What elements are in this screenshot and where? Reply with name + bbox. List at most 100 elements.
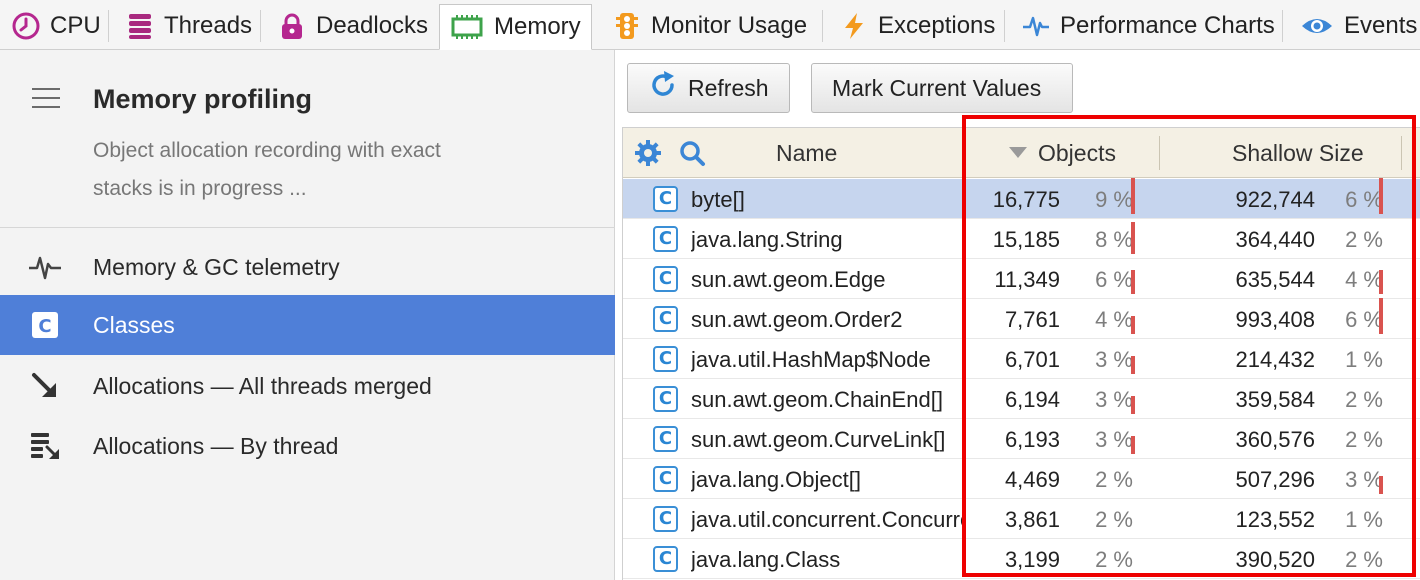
tab-label: Exceptions bbox=[878, 11, 996, 39]
class-name: sun.awt.geom.Order2 bbox=[691, 307, 903, 332]
class-name: byte[] bbox=[691, 187, 745, 212]
class-name: sun.awt.geom.Edge bbox=[691, 267, 886, 292]
objects-count: 4,469 bbox=[1004, 467, 1060, 492]
objects-percent-bar bbox=[1131, 316, 1135, 334]
svg-text:C: C bbox=[38, 316, 51, 337]
tab-deadlocks[interactable]: Deadlocks bbox=[268, 4, 438, 47]
nav-item-label: Allocations — All threads merged bbox=[93, 372, 432, 399]
nav-item-classes[interactable]: C Classes bbox=[0, 295, 615, 355]
objects-count: 16,775 bbox=[992, 187, 1060, 212]
tab-exceptions[interactable]: Exceptions bbox=[830, 4, 1005, 47]
tab-label: Memory bbox=[494, 13, 581, 40]
class-icon: C bbox=[653, 466, 678, 492]
menu-icon[interactable] bbox=[32, 88, 60, 108]
table-row[interactable]: Cjava.util.concurrent.ConcurrentHashMap$… bbox=[623, 499, 1420, 539]
padlock-icon bbox=[278, 12, 306, 40]
table-row[interactable]: Cjava.lang.Object[] 4,469 2 % 507,296 3 % bbox=[623, 459, 1420, 499]
objects-percent: 3 % bbox=[1095, 427, 1133, 452]
tab-monitor-usage[interactable]: Monitor Usage bbox=[603, 4, 817, 47]
objects-percent: 2 % bbox=[1095, 547, 1133, 572]
nav-item-label: Memory & GC telemetry bbox=[93, 253, 340, 280]
shallow-size-percent-bar bbox=[1379, 476, 1383, 494]
threads-stack-icon bbox=[126, 12, 154, 40]
shallow-size: 360,576 bbox=[1235, 427, 1315, 452]
memory-chip-icon bbox=[450, 13, 484, 41]
table-row[interactable]: Cjava.lang.Class 3,199 2 % 390,520 2 % bbox=[623, 539, 1420, 579]
tab-performance-charts[interactable]: Performance Charts bbox=[1012, 4, 1285, 47]
objects-count: 6,193 bbox=[1004, 427, 1060, 452]
tab-threads[interactable]: Threads bbox=[116, 4, 262, 47]
mark-current-values-button[interactable]: Mark Current Values bbox=[811, 63, 1073, 113]
shallow-size-percent: 2 % bbox=[1345, 387, 1383, 412]
table-row[interactable]: Csun.awt.geom.Edge 11,349 6 % 635,544 4 % bbox=[623, 259, 1420, 299]
mark-button-label: Mark Current Values bbox=[832, 74, 1042, 101]
panel-title: Memory profiling bbox=[93, 84, 313, 114]
table-row[interactable]: Cbyte[] 16,775 9 % 922,744 6 % bbox=[623, 178, 1420, 219]
settings-gear-icon[interactable] bbox=[634, 128, 662, 178]
pulse-icon bbox=[1022, 12, 1050, 40]
shallow-size: 364,440 bbox=[1235, 227, 1315, 252]
shallow-size: 635,544 bbox=[1235, 267, 1315, 292]
pulse-icon bbox=[28, 251, 62, 283]
shallow-size-percent: 1 % bbox=[1345, 507, 1383, 532]
classes-table: Name Objects Shallow Size Cbyte[] 16,775 9… bbox=[622, 127, 1420, 580]
panel-description: Object allocation recording with exact s… bbox=[93, 139, 441, 200]
objects-percent: 3 % bbox=[1095, 347, 1133, 372]
refresh-button-label: Refresh bbox=[688, 74, 769, 101]
left-panel: Memory profiling Object allocation recor… bbox=[0, 50, 615, 580]
tab-label: Performance Charts bbox=[1060, 11, 1275, 39]
refresh-icon bbox=[648, 70, 678, 106]
objects-count: 3,861 bbox=[1004, 507, 1060, 532]
nav-item-memory-gc-telemetry[interactable]: Memory & GC telemetry bbox=[0, 237, 615, 297]
column-header-shallow-size[interactable]: Shallow Size bbox=[1232, 128, 1364, 178]
column-header-name[interactable]: Name bbox=[776, 128, 837, 178]
class-icon: C bbox=[653, 386, 678, 412]
class-name: java.util.HashMap$Node bbox=[691, 347, 931, 372]
objects-percent-bar bbox=[1131, 396, 1135, 414]
table-row[interactable]: Cjava.util.HashMap$Node 6,701 3 % 214,432 1 … bbox=[623, 339, 1420, 379]
objects-count: 3,199 bbox=[1004, 547, 1060, 572]
class-name: sun.awt.geom.CurveLink[] bbox=[691, 427, 946, 452]
nav-item-label: Classes bbox=[93, 311, 175, 338]
tab-bar: CPU Threads Deadlocks Memory Monitor Usa… bbox=[0, 0, 1420, 50]
table-row[interactable]: Cjava.lang.String 15,185 8 % 364,440 2 % bbox=[623, 219, 1420, 259]
shallow-size: 359,584 bbox=[1235, 387, 1315, 412]
shallow-size-percent-bar bbox=[1379, 298, 1383, 334]
objects-percent-bar bbox=[1131, 178, 1135, 214]
column-header-objects[interactable]: Objects bbox=[1038, 128, 1116, 178]
table-row[interactable]: Csun.awt.geom.ChainEnd[] 6,194 3 % 359,584 2… bbox=[623, 379, 1420, 419]
objects-percent: 6 % bbox=[1095, 267, 1133, 292]
nav-item-label: Allocations — By thread bbox=[93, 432, 339, 459]
tab-memory[interactable]: Memory bbox=[439, 4, 592, 50]
class-name: java.util.concurrent.ConcurrentHashMap$N… bbox=[691, 507, 965, 532]
nav-item-allocations-by-thread[interactable]: Allocations — By thread bbox=[0, 416, 615, 476]
shallow-size-percent: 6 % bbox=[1345, 187, 1383, 212]
thread-allocations-icon bbox=[28, 430, 62, 462]
objects-percent: 3 % bbox=[1095, 387, 1133, 412]
objects-count: 6,194 bbox=[1004, 387, 1060, 412]
refresh-button[interactable]: Refresh bbox=[627, 63, 790, 113]
clock-icon bbox=[12, 12, 40, 40]
objects-count: 11,349 bbox=[994, 267, 1060, 292]
class-icon: C bbox=[653, 506, 678, 532]
objects-percent: 9 % bbox=[1095, 187, 1133, 212]
objects-percent: 4 % bbox=[1095, 307, 1133, 332]
shallow-size-percent: 2 % bbox=[1345, 227, 1383, 252]
shallow-size: 922,744 bbox=[1235, 187, 1315, 212]
shallow-size: 123,552 bbox=[1235, 507, 1315, 532]
tab-label: CPU bbox=[50, 11, 101, 39]
class-icon: C bbox=[653, 426, 678, 452]
objects-percent: 2 % bbox=[1095, 507, 1133, 532]
tab-cpu[interactable]: CPU bbox=[2, 4, 111, 47]
class-icon: C bbox=[653, 226, 678, 252]
tab-label: Threads bbox=[164, 11, 253, 39]
objects-percent: 8 % bbox=[1095, 227, 1133, 252]
table-row[interactable]: Csun.awt.geom.CurveLink[] 6,193 3 % 360,576… bbox=[623, 419, 1420, 459]
shallow-size-percent: 4 % bbox=[1345, 267, 1383, 292]
search-icon[interactable] bbox=[678, 128, 706, 178]
nav-item-allocations-all-threads[interactable]: Allocations — All threads merged bbox=[0, 356, 615, 416]
shallow-size-percent: 6 % bbox=[1345, 307, 1383, 332]
shallow-size-percent: 2 % bbox=[1345, 547, 1383, 572]
table-row[interactable]: Csun.awt.geom.Order2 7,761 4 % 993,408 6 % bbox=[623, 298, 1420, 339]
tab-events[interactable]: Events bbox=[1290, 4, 1420, 47]
